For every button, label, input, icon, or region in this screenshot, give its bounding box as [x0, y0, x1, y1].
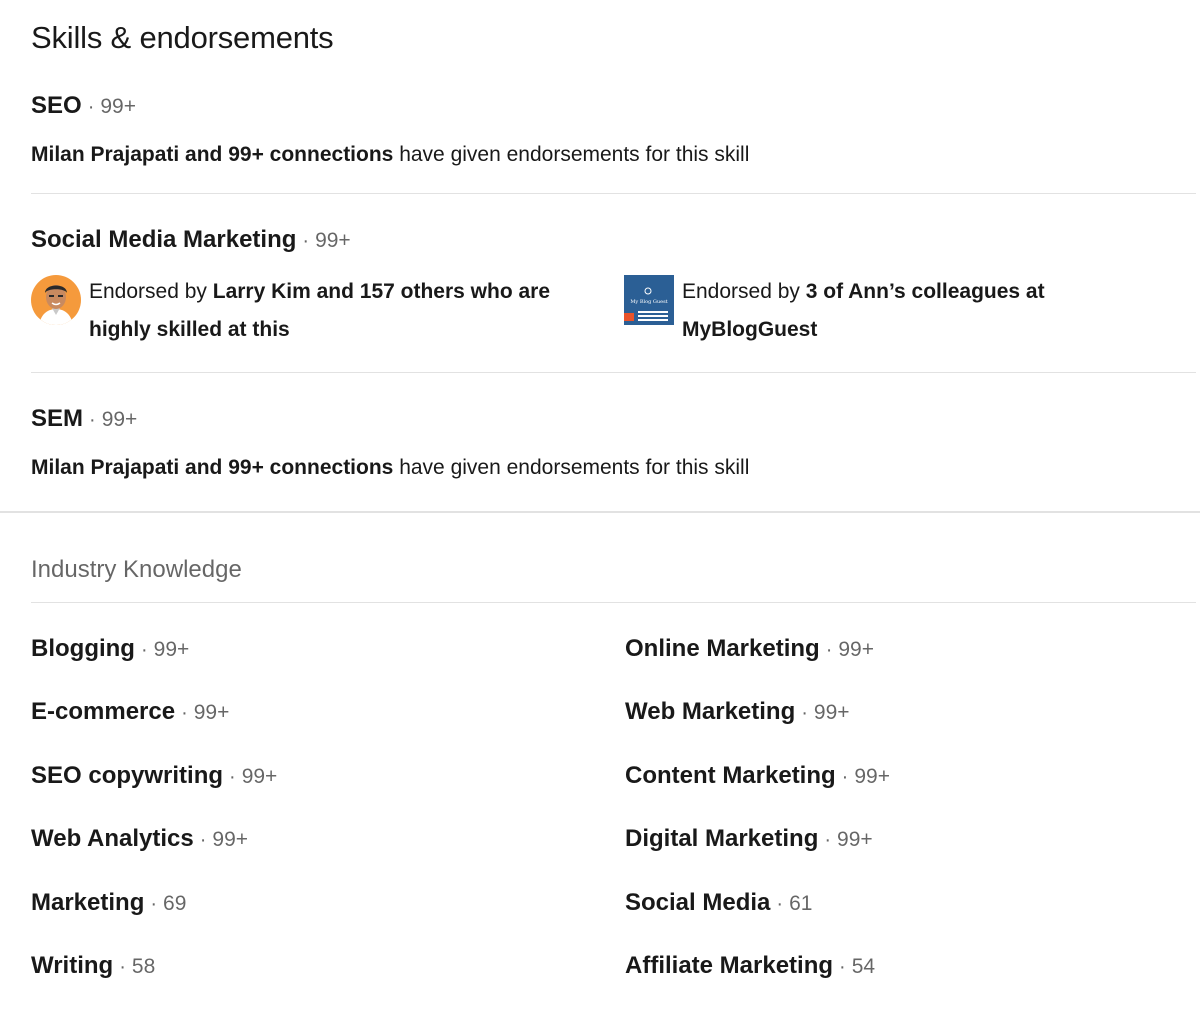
- skill-item[interactable]: Web Analytics · 99+: [31, 824, 248, 855]
- skill-name: Affiliate Marketing: [625, 952, 834, 979]
- endorsement-count[interactable]: 69: [163, 892, 186, 915]
- endorsement-count[interactable]: 99+: [838, 638, 874, 661]
- skill-item[interactable]: Online Marketing · 99+: [625, 634, 874, 665]
- skill-item[interactable]: Marketing · 69: [31, 888, 186, 919]
- endorsement-count[interactable]: 99+: [814, 701, 850, 724]
- divider: [31, 193, 1196, 194]
- company-logo-icon[interactable]: My Blog Guest: [624, 275, 674, 325]
- endorsement-summary[interactable]: Milan Prajapati and 99+ connections have…: [31, 141, 1196, 169]
- skill-name: Web Marketing: [625, 698, 796, 725]
- separator-dot: ·: [150, 893, 158, 915]
- separator-dot: ·: [199, 829, 207, 851]
- separator-dot: ·: [302, 230, 310, 252]
- section-title: Skills & endorsements: [31, 20, 334, 55]
- endorsement-count[interactable]: 99+: [100, 95, 136, 118]
- separator-dot: ·: [825, 639, 833, 661]
- endorsement-count[interactable]: 99+: [242, 765, 278, 788]
- skill-name: Writing: [31, 952, 114, 979]
- endorser-prefix: Endorsed by: [89, 280, 213, 303]
- skill-item[interactable]: E-commerce · 99+: [31, 697, 229, 728]
- endorsement-count[interactable]: 54: [852, 955, 875, 978]
- endorser-highlight-larry-kim[interactable]: Endorsed by Larry Kim and 157 others who…: [31, 273, 591, 349]
- skill-item[interactable]: Social Media · 61: [625, 888, 812, 919]
- separator-dot: ·: [801, 702, 808, 724]
- separator-dot: ·: [140, 639, 148, 661]
- skill-name: Marketing: [31, 889, 145, 916]
- endorsement-summary[interactable]: Milan Prajapati and 99+ connections have…: [31, 454, 1196, 482]
- skill-name: Content Marketing: [625, 762, 836, 789]
- skill-name[interactable]: Social Media Marketing: [31, 226, 296, 253]
- category-heading: Industry Knowledge: [31, 556, 242, 583]
- endorsement-count[interactable]: 99+: [315, 229, 351, 252]
- endorsement-count[interactable]: 99+: [102, 408, 138, 431]
- endorsement-count[interactable]: 99+: [212, 828, 248, 851]
- skill-item[interactable]: Digital Marketing · 99+: [625, 824, 873, 855]
- skill-name[interactable]: SEM: [31, 405, 83, 432]
- skill-name: Web Analytics: [31, 825, 194, 852]
- endorsement-summary-bold: Milan Prajapati and 99+ connections: [31, 456, 394, 479]
- skill-item[interactable]: Content Marketing · 99+: [625, 761, 890, 792]
- endorsement-count[interactable]: 58: [132, 955, 155, 978]
- separator-dot: ·: [89, 409, 96, 431]
- section-divider: [0, 511, 1200, 513]
- separator-dot: ·: [87, 96, 95, 118]
- separator-dot: ·: [824, 829, 832, 851]
- logo-text: My Blog Guest: [630, 299, 667, 305]
- endorsement-count[interactable]: 99+: [854, 765, 890, 788]
- separator-dot: ·: [119, 956, 126, 978]
- skill-entry-seo: SEO · 99+ Milan Prajapati and 99+ connecti…: [31, 91, 1196, 169]
- skill-entry-sem: SEM · 99+ Milan Prajapati and 99+ connecti…: [31, 404, 1196, 482]
- endorsement-count[interactable]: 99+: [837, 828, 873, 851]
- skill-item[interactable]: Writing · 58: [31, 951, 155, 982]
- skill-name: Social Media: [625, 889, 771, 916]
- skill-item[interactable]: Web Marketing · 99+: [625, 697, 850, 728]
- separator-dot: ·: [776, 893, 784, 915]
- skill-name: Blogging: [31, 635, 135, 662]
- skill-item[interactable]: SEO copywriting · 99+: [31, 761, 277, 792]
- endorsement-summary-rest: have given endorsements for this skill: [393, 143, 750, 166]
- endorsement-summary-rest: have given endorsements for this skill: [393, 456, 750, 479]
- endorsement-count[interactable]: 99+: [194, 701, 230, 724]
- skill-name: Digital Marketing: [625, 825, 819, 852]
- endorsement-count[interactable]: 61: [789, 892, 812, 915]
- skill-name: Online Marketing: [625, 635, 820, 662]
- endorsement-summary-bold: Milan Prajapati and 99+ connections: [31, 143, 394, 166]
- skill-item[interactable]: Affiliate Marketing · 54: [625, 951, 875, 982]
- divider: [31, 372, 1196, 373]
- skill-entry-social-media-marketing: Social Media Marketing · 99+: [31, 225, 1196, 256]
- endorser-prefix: Endorsed by: [682, 280, 806, 303]
- separator-dot: ·: [839, 956, 846, 978]
- skill-name: SEO copywriting: [31, 762, 224, 789]
- skill-name: E-commerce: [31, 698, 176, 725]
- skill-name[interactable]: SEO: [31, 92, 82, 119]
- separator-dot: ·: [841, 766, 849, 788]
- divider: [31, 602, 1196, 603]
- skill-item[interactable]: Blogging · 99+: [31, 634, 189, 665]
- endorser-highlight-myblogguest[interactable]: My Blog Guest Endorsed by 3 of Ann’s col…: [624, 273, 1094, 349]
- person-avatar-icon[interactable]: [31, 275, 81, 325]
- endorsement-count[interactable]: 99+: [154, 638, 190, 661]
- separator-dot: ·: [181, 702, 188, 724]
- separator-dot: ·: [229, 766, 236, 788]
